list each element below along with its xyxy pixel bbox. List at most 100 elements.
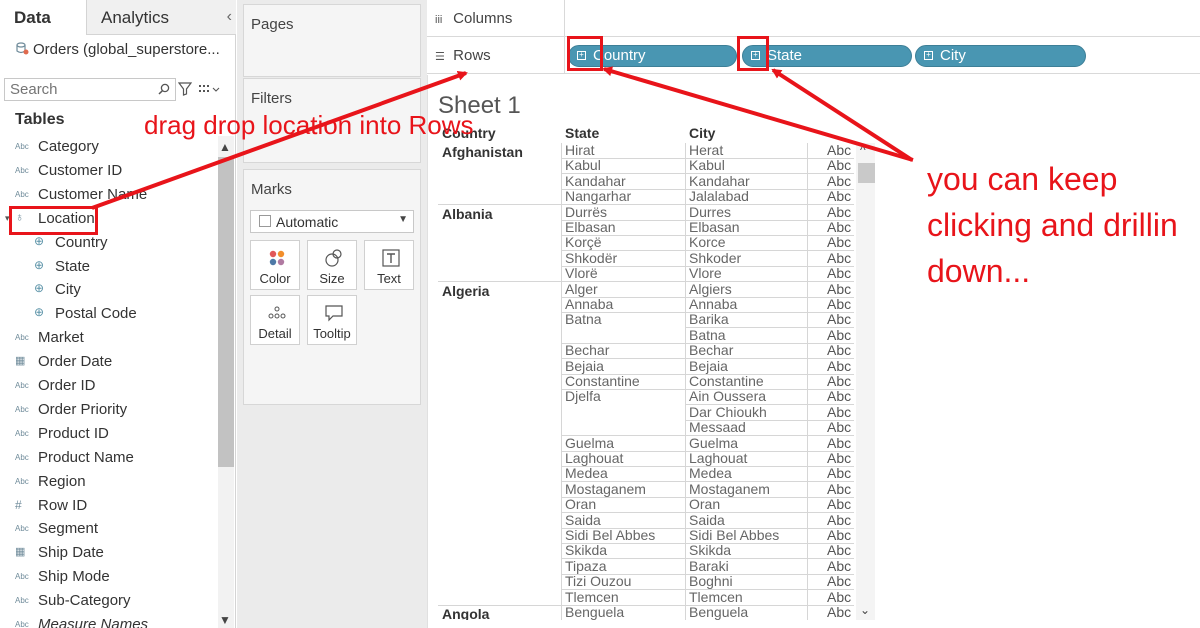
abc-cell[interactable]: Abc (827, 481, 851, 497)
city-cell[interactable]: Annaba (689, 297, 737, 312)
pages-card[interactable]: Pages (243, 4, 421, 77)
city-cell[interactable]: Durres (689, 204, 731, 220)
state-cell[interactable]: Annaba (565, 297, 613, 312)
state-cell[interactable]: Constantine (565, 374, 640, 389)
city-cell[interactable]: Batna (689, 327, 726, 343)
abc-cell[interactable]: Abc (827, 451, 851, 466)
collapse-pane-icon[interactable]: ‹ (227, 8, 232, 26)
abc-cell[interactable]: Abc (827, 605, 851, 620)
city-cell[interactable]: Skikda (689, 543, 731, 558)
abc-cell[interactable]: Abc (827, 435, 851, 451)
abc-cell[interactable]: Abc (827, 528, 851, 543)
abc-cell[interactable]: Abc (827, 173, 851, 189)
city-cell[interactable]: Tlemcen (689, 589, 743, 605)
filter-icon[interactable] (178, 82, 192, 96)
state-cell[interactable]: Tlemcen (565, 589, 619, 605)
text-button[interactable]: Text (364, 240, 414, 290)
list-view-icon[interactable] (198, 82, 220, 96)
city-cell[interactable]: Saida (689, 512, 725, 528)
search-input[interactable] (5, 79, 155, 100)
abc-cell[interactable]: Abc (827, 158, 851, 173)
scroll-up-icon[interactable]: ^ (860, 143, 866, 157)
city-cell[interactable]: Bechar (689, 343, 733, 358)
columns-shelf[interactable]: iii Columns (427, 0, 1200, 37)
city-cell[interactable]: Oran (689, 497, 720, 512)
city-cell[interactable]: Constantine (689, 374, 764, 389)
field-item[interactable]: ▦ Order Date (0, 351, 216, 374)
abc-cell[interactable]: Abc (827, 389, 851, 404)
state-cell[interactable]: Oran (565, 497, 596, 512)
abc-cell[interactable]: Abc (827, 327, 851, 343)
field-item[interactable]: Abc Customer Name (0, 184, 216, 207)
field-item[interactable]: Abc Product ID (0, 423, 216, 446)
drill-down-plus-icon[interactable]: + (924, 51, 933, 60)
city-cell[interactable]: Sidi Bel Abbes (689, 528, 779, 543)
abc-cell[interactable]: Abc (827, 266, 851, 281)
state-cell[interactable]: Nangarhar (565, 189, 631, 204)
city-cell[interactable]: Medea (689, 466, 732, 481)
city-cell[interactable]: Mostaganem (689, 481, 770, 497)
field-item[interactable]: Abc Product Name (0, 447, 216, 470)
state-cell[interactable]: Kabul (565, 158, 601, 173)
abc-cell[interactable]: Abc (827, 343, 851, 358)
field-item[interactable]: ⊕ State (0, 256, 216, 279)
field-item[interactable]: Abc Ship Mode (0, 566, 216, 589)
city-cell[interactable]: Laghouat (689, 451, 747, 466)
state-header[interactable]: State (565, 125, 599, 141)
state-cell[interactable]: Guelma (565, 435, 614, 451)
field-item[interactable]: # Row ID (0, 495, 216, 518)
abc-cell[interactable]: Abc (827, 497, 851, 512)
field-item[interactable]: ⊕ Country (0, 232, 216, 255)
state-cell[interactable]: Durrës (565, 204, 607, 220)
state-cell[interactable]: Bechar (565, 343, 609, 358)
state-cell[interactable]: Korçë (565, 235, 602, 250)
tooltip-button[interactable]: Tooltip (307, 295, 357, 345)
tab-data[interactable]: Data (0, 0, 86, 35)
search-icon[interactable] (157, 82, 171, 96)
field-item[interactable]: Abc Measure Names (0, 614, 216, 628)
state-cell[interactable]: Saida (565, 512, 601, 528)
city-cell[interactable]: Messaad (689, 420, 746, 435)
city-cell[interactable]: Elbasan (689, 220, 740, 235)
datasource-item[interactable]: Orders (global_superstore... (16, 41, 220, 58)
abc-cell[interactable]: Abc (827, 204, 851, 220)
state-cell[interactable]: Benguela (565, 605, 624, 620)
abc-cell[interactable]: Abc (827, 512, 851, 528)
city-cell[interactable]: Korce (689, 235, 726, 250)
field-item[interactable]: ▦ Ship Date (0, 542, 216, 565)
state-cell[interactable]: Laghouat (565, 451, 623, 466)
scroll-down-icon[interactable]: ⌄ (860, 603, 870, 617)
field-item[interactable]: Abc Region (0, 471, 216, 494)
abc-cell[interactable]: Abc (827, 143, 851, 158)
state-cell[interactable]: Elbasan (565, 220, 616, 235)
state-cell[interactable]: Tipaza (565, 558, 607, 574)
color-button[interactable]: Color (250, 240, 300, 290)
city-cell[interactable]: Vlore (689, 266, 722, 281)
detail-button[interactable]: Detail (250, 295, 300, 345)
search-box[interactable] (4, 78, 176, 101)
mark-type-dropdown[interactable]: Automatic ▼ (250, 210, 414, 233)
state-cell[interactable]: Alger (565, 281, 598, 297)
city-cell[interactable]: Jalalabad (689, 189, 749, 204)
state-cell[interactable]: Mostaganem (565, 481, 646, 497)
city-cell[interactable]: Baraki (689, 558, 729, 574)
field-item[interactable]: Abc Segment (0, 518, 216, 541)
city-cell[interactable]: Kandahar (689, 173, 750, 189)
abc-cell[interactable]: Abc (827, 189, 851, 204)
state-cell[interactable]: Shkodër (565, 250, 617, 266)
abc-cell[interactable]: Abc (827, 235, 851, 250)
view-scrollbar[interactable] (856, 143, 875, 620)
abc-cell[interactable]: Abc (827, 374, 851, 389)
city-cell[interactable]: Barika (689, 312, 729, 327)
city-header[interactable]: City (689, 125, 715, 141)
abc-cell[interactable]: Abc (827, 220, 851, 235)
size-button[interactable]: Size (307, 240, 357, 290)
city-cell[interactable]: Algiers (689, 281, 732, 297)
state-cell[interactable]: Sidi Bel Abbes (565, 528, 655, 543)
state-cell[interactable]: Bejaia (565, 358, 604, 374)
field-item[interactable]: Abc Order Priority (0, 399, 216, 422)
city-cell[interactable]: Guelma (689, 435, 738, 451)
city-cell[interactable]: Dar Chioukh (689, 404, 767, 420)
abc-cell[interactable]: Abc (827, 312, 851, 327)
city-cell[interactable]: Boghni (689, 574, 733, 589)
